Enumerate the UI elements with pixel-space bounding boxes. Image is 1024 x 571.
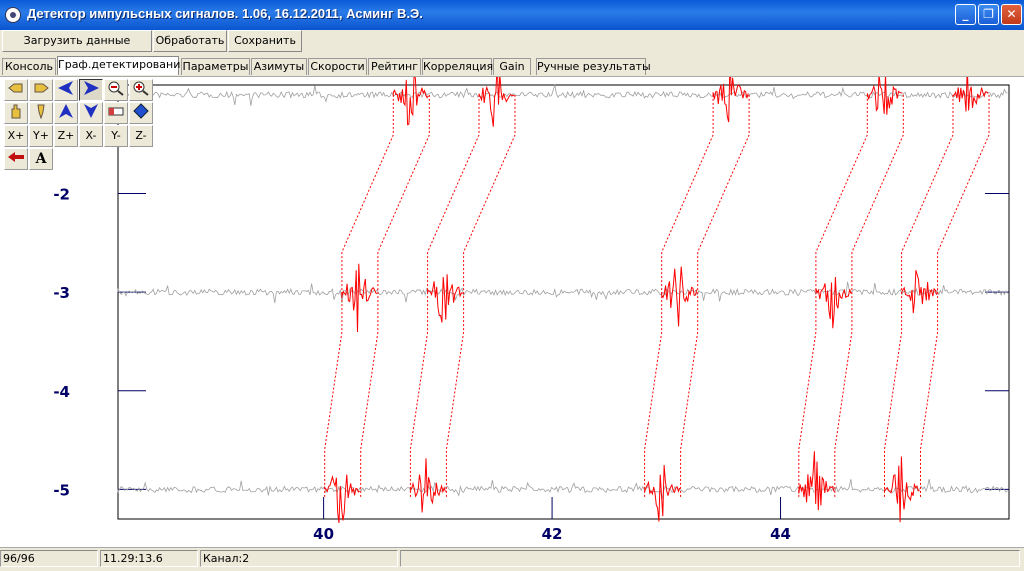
tab-bar: Консоль Граф.детектирования Параметры Аз… [0, 56, 1024, 76]
tab-velocities[interactable]: Скорости [308, 58, 367, 75]
restore-icon[interactable]: ❐ [978, 4, 999, 25]
diamond-icon[interactable] [129, 102, 153, 124]
arrow-down-icon[interactable] [79, 102, 103, 124]
z-plus-button[interactable]: Z+ [54, 125, 78, 147]
z-minus-button[interactable]: Z- [129, 125, 153, 147]
arrow-right-icon[interactable] [79, 79, 103, 101]
y-tick-label: -2 [53, 186, 70, 204]
x-minus-button[interactable]: X- [79, 125, 103, 147]
x-plus-button[interactable]: X+ [4, 125, 28, 147]
plot-frame [117, 84, 1010, 520]
close-icon[interactable]: ✕ [1001, 4, 1022, 25]
x-tick-label: 42 [542, 525, 563, 543]
status-empty [400, 550, 1020, 567]
y-minus-button[interactable]: Y- [104, 125, 128, 147]
arrow-left-icon[interactable] [54, 79, 78, 101]
back-arrow-icon[interactable] [4, 148, 28, 170]
plot-area[interactable]: -2 -3 -4 -5 40 42 44 X+ Y+ Z+ X- Y- Z- A [0, 76, 1024, 547]
pin-icon[interactable] [29, 102, 53, 124]
tab-azimuths[interactable]: Азимуты [251, 58, 307, 75]
hand-left-icon[interactable] [4, 79, 28, 101]
tab-console[interactable]: Консоль [2, 58, 56, 75]
zoom-in-icon[interactable] [129, 79, 153, 101]
tab-manual-results[interactable]: Ручные результаты [536, 58, 651, 75]
status-count: 96/96 [0, 550, 98, 567]
main-toolbar: Загрузить данные Обработать Сохранить [0, 30, 1024, 54]
x-tick-label: 44 [770, 525, 791, 543]
font-a-icon[interactable]: A [29, 148, 53, 170]
y-tick-label: -3 [53, 284, 70, 302]
tab-rating[interactable]: Рейтинг [368, 58, 421, 75]
process-button[interactable]: Обработать [153, 30, 227, 52]
y-plus-button[interactable]: Y+ [29, 125, 53, 147]
tab-correlation[interactable]: Корреляция [422, 58, 493, 75]
tab-gain[interactable]: Gain [493, 58, 531, 75]
zoom-out-icon[interactable] [104, 79, 128, 101]
load-data-button[interactable]: Загрузить данные [2, 30, 152, 52]
minimize-icon[interactable]: _ [955, 4, 976, 25]
hand-grab-icon[interactable] [4, 102, 28, 124]
tab-parameters[interactable]: Параметры [181, 58, 250, 75]
status-bar: 96/96 11.29:13.6 Канал:2 [0, 547, 1024, 571]
hand-right-icon[interactable] [29, 79, 53, 101]
y-tick-label: -4 [53, 383, 70, 401]
tab-detection-graph[interactable]: Граф.детектирования [57, 56, 187, 75]
detection-graph[interactable]: -2 -3 -4 -5 40 42 44 [0, 77, 1024, 547]
x-tick-label: 40 [313, 525, 334, 543]
app-icon[interactable] [5, 7, 21, 23]
y-tick-label: -5 [53, 481, 70, 499]
arrow-up-icon[interactable] [54, 102, 78, 124]
save-button[interactable]: Сохранить [228, 30, 302, 52]
window-title: Детектор импульсных сигналов. 1.06, 16.1… [27, 6, 423, 21]
status-time: 11.29:13.6 [100, 550, 198, 567]
status-channel: Канал:2 [200, 550, 398, 567]
eraser-icon[interactable] [104, 102, 128, 124]
title-bar: Детектор импульсных сигналов. 1.06, 16.1… [0, 0, 1024, 30]
